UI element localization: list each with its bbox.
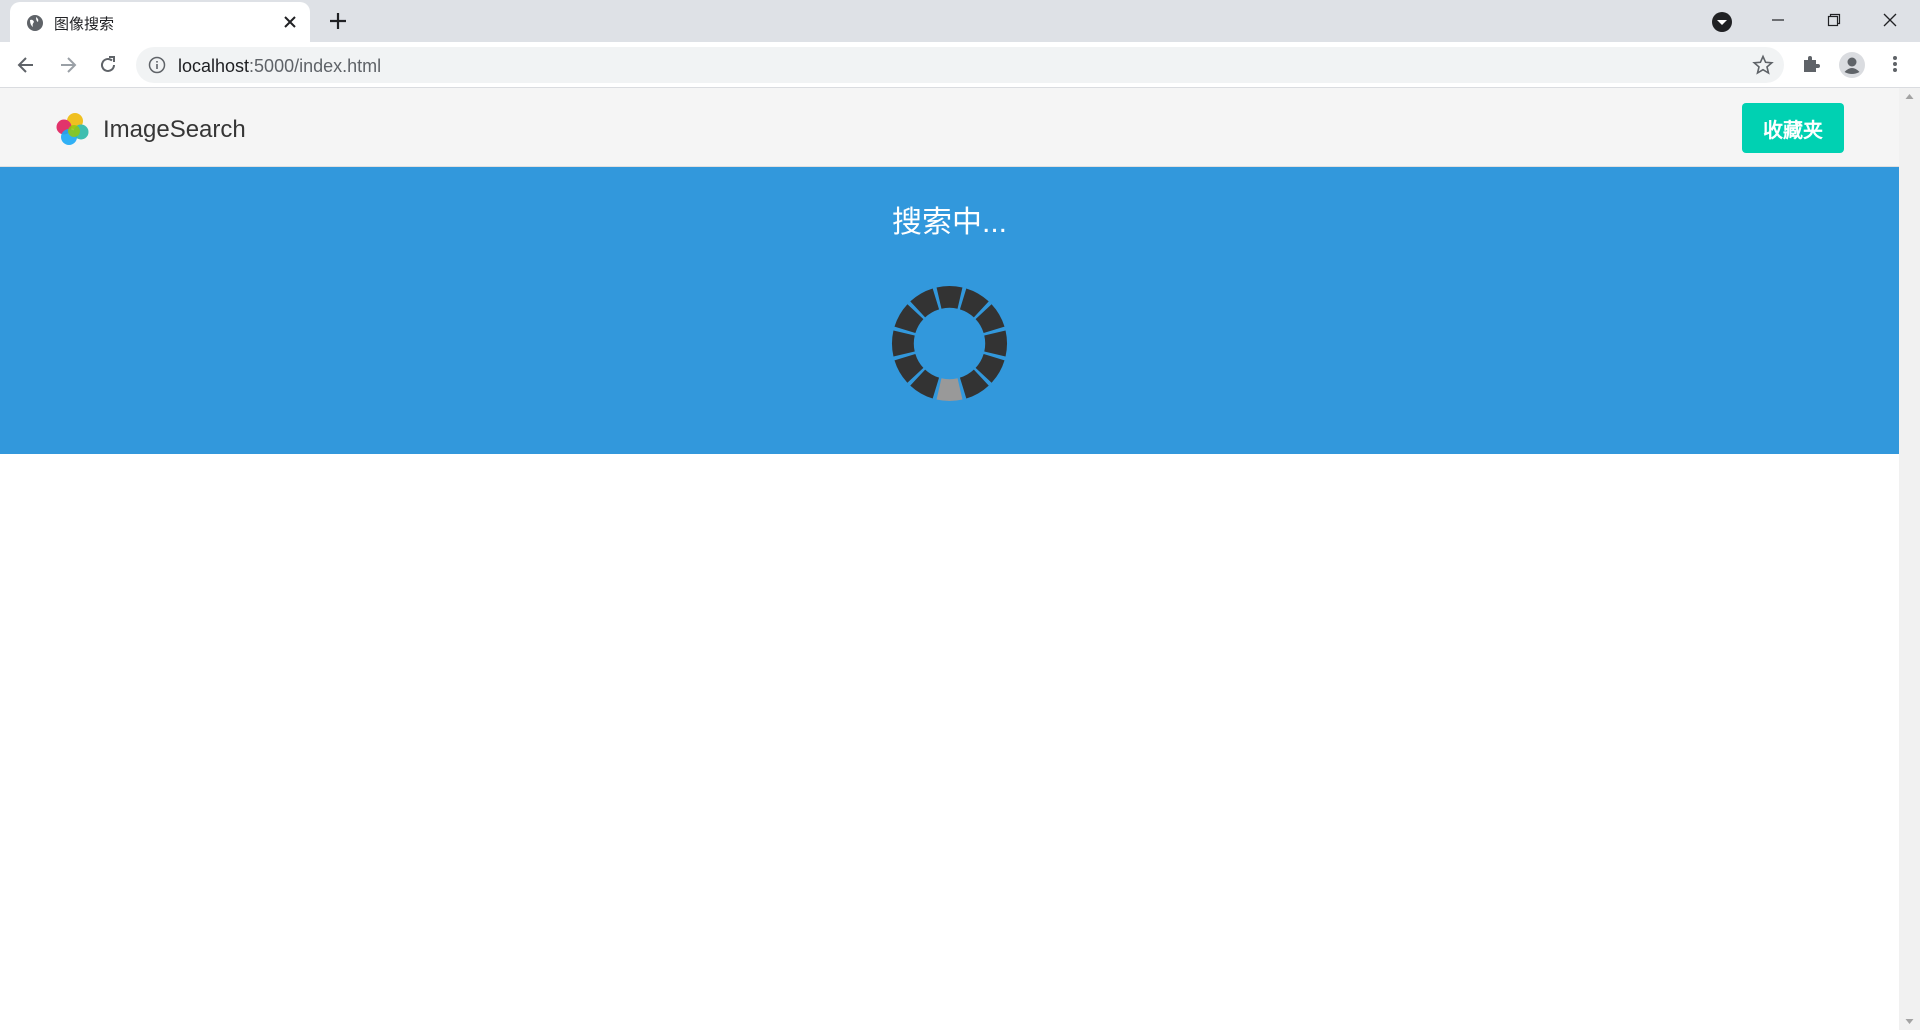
restore-button[interactable] [1806,0,1862,40]
page-viewport: ImageSearch 收藏夹 搜索中... [0,88,1920,1030]
minimize-icon [1772,19,1784,21]
elastic-logo-icon[interactable] [54,112,90,148]
kebab-menu-icon[interactable] [1884,53,1906,75]
arrow-left-icon [17,57,33,73]
url-host: localhost [178,56,250,76]
browser-tab-strip: 图像搜索 [0,0,1920,42]
vertical-scrollbar[interactable] [1899,88,1920,1030]
browser-toolbar: localhost:5000/index.html [0,42,1920,88]
profile-avatar-icon[interactable] [1838,51,1866,79]
browser-tab[interactable]: 图像搜索 [10,2,310,42]
new-tab-icon[interactable] [326,9,350,33]
brand-name[interactable]: ImageSearch [103,116,246,144]
window-close-button[interactable] [1862,0,1918,40]
restore-icon [1827,13,1841,27]
scroll-down-icon[interactable] [1905,1017,1914,1026]
page-body: ImageSearch 收藏夹 搜索中... [0,88,1899,1030]
bookmark-star-icon[interactable] [1752,54,1774,76]
close-icon[interactable] [280,12,300,32]
minimize-button[interactable] [1750,0,1806,40]
tab-search-icon[interactable] [1710,10,1734,34]
scroll-up-icon[interactable] [1905,92,1914,101]
info-icon[interactable] [148,56,166,74]
reload-icon [101,56,115,72]
globe-icon [27,15,43,31]
reload-button[interactable] [94,51,122,79]
back-button[interactable] [12,51,40,79]
favorites-button[interactable]: 收藏夹 [1742,103,1844,153]
forward-button[interactable] [54,51,82,79]
search-status-text: 搜索中... [891,206,1007,239]
tab-title: 图像搜索 [54,16,115,33]
arrow-right-icon [61,57,77,73]
spinner-segment [936,285,963,309]
address-bar[interactable]: localhost:5000/index.html [136,47,1784,83]
loading-spinner-icon [891,285,1008,402]
spinner-segment [936,378,963,402]
url-text[interactable]: localhost:5000/index.html [178,56,381,77]
window-close-icon [1883,13,1897,27]
spinner-segment [984,330,1008,357]
url-path: :5000/index.html [249,56,382,76]
site-navbar: ImageSearch 收藏夹 [0,88,1899,167]
spinner-segment [891,330,915,357]
search-status-hero: 搜索中... [0,167,1899,454]
extensions-icon[interactable] [1800,53,1822,75]
